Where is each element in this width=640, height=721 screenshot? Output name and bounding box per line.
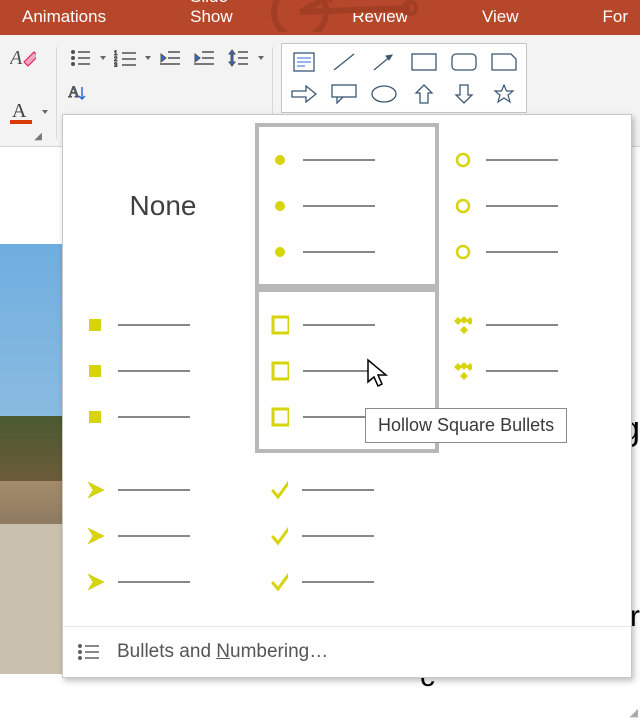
text-direction-button[interactable]: A bbox=[65, 79, 95, 109]
tab-format[interactable]: For bbox=[591, 1, 640, 35]
shape-rectangle[interactable] bbox=[406, 48, 442, 76]
bullets-icon bbox=[70, 49, 90, 67]
hollow-square-icon bbox=[271, 316, 289, 334]
four-diamond-icon bbox=[454, 316, 472, 334]
decrease-indent-icon bbox=[160, 49, 180, 67]
slide-background-image bbox=[0, 244, 62, 674]
tooltip-hollow-square: Hollow Square Bullets bbox=[365, 408, 567, 443]
tab-slide-show[interactable]: Slide Show bbox=[178, 0, 280, 35]
shape-up-arrow[interactable] bbox=[406, 80, 442, 108]
decrease-indent-button[interactable] bbox=[155, 43, 185, 73]
clear-format-icon: A bbox=[10, 46, 36, 70]
bullets-dropdown: None bbox=[62, 114, 632, 678]
bullets-list-icon bbox=[77, 642, 99, 662]
tab-review[interactable]: Review bbox=[340, 1, 420, 35]
svg-text:3: 3 bbox=[114, 63, 118, 67]
tab-view[interactable]: View bbox=[470, 1, 531, 35]
line-spacing-icon bbox=[228, 48, 248, 68]
caret-icon[interactable] bbox=[145, 56, 151, 60]
bullet-option-hollow-circle[interactable] bbox=[439, 123, 623, 288]
bullet-option-checkmark[interactable] bbox=[255, 453, 439, 618]
svg-text:A: A bbox=[10, 47, 23, 69]
tab-animations[interactable]: Animations bbox=[10, 1, 118, 35]
bullets-button[interactable] bbox=[65, 43, 95, 73]
bullet-option-filled-square[interactable] bbox=[71, 288, 255, 453]
svg-text:A: A bbox=[12, 100, 27, 122]
bullet-option-filled-circle[interactable] bbox=[255, 123, 439, 288]
shape-textbox[interactable] bbox=[286, 48, 322, 76]
ribbon-tabs: Animations Slide Show Review View For bbox=[0, 0, 640, 35]
shape-callout[interactable] bbox=[326, 80, 362, 108]
increase-indent-icon bbox=[194, 49, 214, 67]
filled-circle-icon bbox=[271, 151, 289, 169]
shape-line[interactable] bbox=[326, 48, 362, 76]
bullet-option-blank bbox=[439, 453, 623, 618]
shape-oval[interactable] bbox=[366, 80, 402, 108]
resize-grip: ◢ bbox=[630, 706, 638, 719]
caret-icon[interactable] bbox=[100, 56, 106, 60]
font-color-icon: A bbox=[10, 99, 36, 125]
shapes-gallery[interactable] bbox=[281, 43, 527, 113]
shape-line-arrow[interactable] bbox=[366, 48, 402, 76]
clear-formatting-button[interactable]: A bbox=[8, 43, 38, 73]
shape-down-arrow[interactable] bbox=[446, 80, 482, 108]
numbering-button[interactable]: 123 bbox=[110, 43, 140, 73]
filled-square-icon bbox=[86, 316, 104, 334]
hollow-circle-icon bbox=[454, 151, 472, 169]
shape-rounded-rect[interactable] bbox=[446, 48, 482, 76]
line-spacing-button[interactable] bbox=[223, 43, 253, 73]
arrowhead-icon bbox=[86, 481, 104, 499]
shape-snip-rect[interactable] bbox=[486, 48, 522, 76]
checkmark-icon bbox=[270, 481, 288, 499]
font-color-button[interactable]: A bbox=[8, 97, 37, 127]
shape-star[interactable] bbox=[486, 80, 522, 108]
numbering-icon: 123 bbox=[114, 49, 136, 67]
shape-right-arrow[interactable] bbox=[286, 80, 322, 108]
bullet-option-none[interactable]: None bbox=[71, 123, 255, 288]
bullet-option-arrowhead[interactable] bbox=[71, 453, 255, 618]
caret-icon[interactable] bbox=[42, 110, 48, 114]
increase-indent-button[interactable] bbox=[189, 43, 219, 73]
dialog-launcher-font[interactable]: ◢ bbox=[32, 129, 44, 144]
text-direction-icon: A bbox=[68, 83, 92, 105]
bullets-and-numbering-menuitem[interactable]: Bullets and Numbering… bbox=[63, 626, 631, 677]
footer-label: Bullets and Numbering… bbox=[117, 641, 328, 663]
caret-icon[interactable] bbox=[258, 56, 264, 60]
svg-text:A: A bbox=[68, 84, 80, 101]
